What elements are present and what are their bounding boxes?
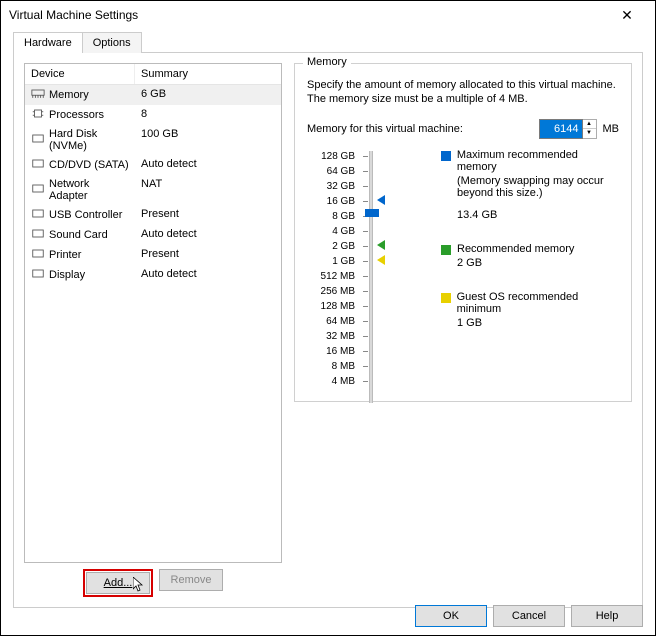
tick-label: 64 GB bbox=[307, 164, 355, 179]
group-label: Memory bbox=[303, 56, 351, 68]
tick-label: 4 MB bbox=[307, 374, 355, 389]
device-icon bbox=[31, 133, 45, 147]
legend-min-label: Guest OS recommended minimum bbox=[457, 291, 619, 315]
max-marker-icon bbox=[377, 195, 385, 205]
cancel-button[interactable]: Cancel bbox=[493, 605, 565, 627]
legend-min-value: 1 GB bbox=[457, 317, 619, 329]
device-icon bbox=[31, 248, 45, 262]
help-button[interactable]: Help bbox=[571, 605, 643, 627]
legend-swatch-blue bbox=[441, 151, 451, 161]
device-summary: 6 GB bbox=[135, 86, 281, 104]
device-name: Sound Card bbox=[49, 229, 108, 241]
remove-button: Remove bbox=[159, 569, 223, 591]
memory-spinner[interactable]: ▲▼ bbox=[583, 119, 597, 139]
rec-marker-icon bbox=[377, 240, 385, 250]
device-summary: 100 GB bbox=[135, 126, 281, 154]
device-row[interactable]: USB Controller Present bbox=[25, 205, 281, 225]
memory-description: Specify the amount of memory allocated t… bbox=[307, 78, 619, 107]
legend-rec-value: 2 GB bbox=[457, 257, 619, 269]
memory-unit: MB bbox=[603, 123, 620, 135]
device-summary: Present bbox=[135, 246, 281, 264]
device-icon bbox=[31, 108, 45, 122]
device-row[interactable]: Memory 6 GB bbox=[25, 85, 281, 105]
device-summary: 8 bbox=[135, 106, 281, 124]
device-name: Printer bbox=[49, 249, 81, 261]
tick-label: 128 MB bbox=[307, 299, 355, 314]
memory-group: Memory Specify the amount of memory allo… bbox=[294, 63, 632, 402]
tick-label: 256 MB bbox=[307, 284, 355, 299]
legend-max-note: (Memory swapping may occur beyond this s… bbox=[457, 175, 619, 199]
device-summary: Present bbox=[135, 206, 281, 224]
device-summary: Auto detect bbox=[135, 226, 281, 244]
device-list[interactable]: Device Summary Memory6 GBProcessors8Hard… bbox=[24, 63, 282, 563]
device-name: USB Controller bbox=[49, 209, 122, 221]
device-summary: Auto detect bbox=[135, 266, 281, 284]
tick-label: 8 MB bbox=[307, 359, 355, 374]
tick-label: 4 GB bbox=[307, 224, 355, 239]
device-name: Memory bbox=[49, 89, 89, 101]
legend-max-value: 13.4 GB bbox=[457, 209, 619, 221]
slider-tick-labels: 128 GB64 GB32 GB16 GB8 GB4 GB2 GB1 GB512… bbox=[307, 149, 355, 389]
tick-label: 2 GB bbox=[307, 239, 355, 254]
col-header-summary[interactable]: Summary bbox=[135, 64, 281, 84]
add-button[interactable]: Add... bbox=[86, 572, 150, 594]
legend-swatch-green bbox=[441, 245, 451, 255]
device-name: Network Adapter bbox=[49, 178, 129, 202]
device-icon bbox=[31, 158, 45, 172]
device-row[interactable]: Processors 8 bbox=[25, 105, 281, 125]
close-icon[interactable]: ✕ bbox=[607, 7, 647, 24]
device-row[interactable]: Display Auto detect bbox=[25, 265, 281, 285]
device-name: CD/DVD (SATA) bbox=[49, 159, 129, 171]
device-name: Display bbox=[49, 269, 85, 281]
ok-button[interactable]: OK bbox=[415, 605, 487, 627]
tick-label: 16 GB bbox=[307, 194, 355, 209]
device-row[interactable]: CD/DVD (SATA) Auto detect bbox=[25, 155, 281, 175]
tick-label: 8 GB bbox=[307, 209, 355, 224]
spin-down-icon[interactable]: ▼ bbox=[583, 129, 596, 138]
device-icon bbox=[31, 88, 45, 102]
col-header-device[interactable]: Device bbox=[25, 64, 135, 84]
device-icon bbox=[31, 268, 45, 282]
tick-label: 1 GB bbox=[307, 254, 355, 269]
memory-input[interactable] bbox=[539, 119, 583, 139]
device-summary: NAT bbox=[135, 176, 281, 204]
device-icon bbox=[31, 228, 45, 242]
device-icon bbox=[31, 208, 45, 222]
tab-options[interactable]: Options bbox=[82, 32, 142, 53]
min-marker-icon bbox=[377, 255, 385, 265]
device-icon bbox=[31, 183, 45, 197]
legend-max-label: Maximum recommended memory bbox=[457, 149, 619, 173]
device-name: Processors bbox=[49, 109, 104, 121]
slider-thumb[interactable] bbox=[365, 209, 379, 217]
tick-label: 512 MB bbox=[307, 269, 355, 284]
device-summary: Auto detect bbox=[135, 156, 281, 174]
window-title: Virtual Machine Settings bbox=[9, 8, 607, 22]
tick-label: 32 GB bbox=[307, 179, 355, 194]
legend-rec-label: Recommended memory bbox=[457, 243, 574, 255]
device-row[interactable]: Printer Present bbox=[25, 245, 281, 265]
memory-field-label: Memory for this virtual machine: bbox=[307, 123, 533, 135]
device-row[interactable]: Sound Card Auto detect bbox=[25, 225, 281, 245]
tick-label: 32 MB bbox=[307, 329, 355, 344]
memory-slider[interactable] bbox=[363, 149, 393, 389]
device-row[interactable]: Hard Disk (NVMe)100 GB bbox=[25, 125, 281, 155]
tick-label: 128 GB bbox=[307, 149, 355, 164]
device-name: Hard Disk (NVMe) bbox=[49, 128, 129, 152]
tick-label: 64 MB bbox=[307, 314, 355, 329]
tick-label: 16 MB bbox=[307, 344, 355, 359]
tab-hardware[interactable]: Hardware bbox=[13, 32, 83, 53]
spin-up-icon[interactable]: ▲ bbox=[583, 120, 596, 130]
device-row[interactable]: Network AdapterNAT bbox=[25, 175, 281, 205]
legend-swatch-yellow bbox=[441, 293, 451, 303]
